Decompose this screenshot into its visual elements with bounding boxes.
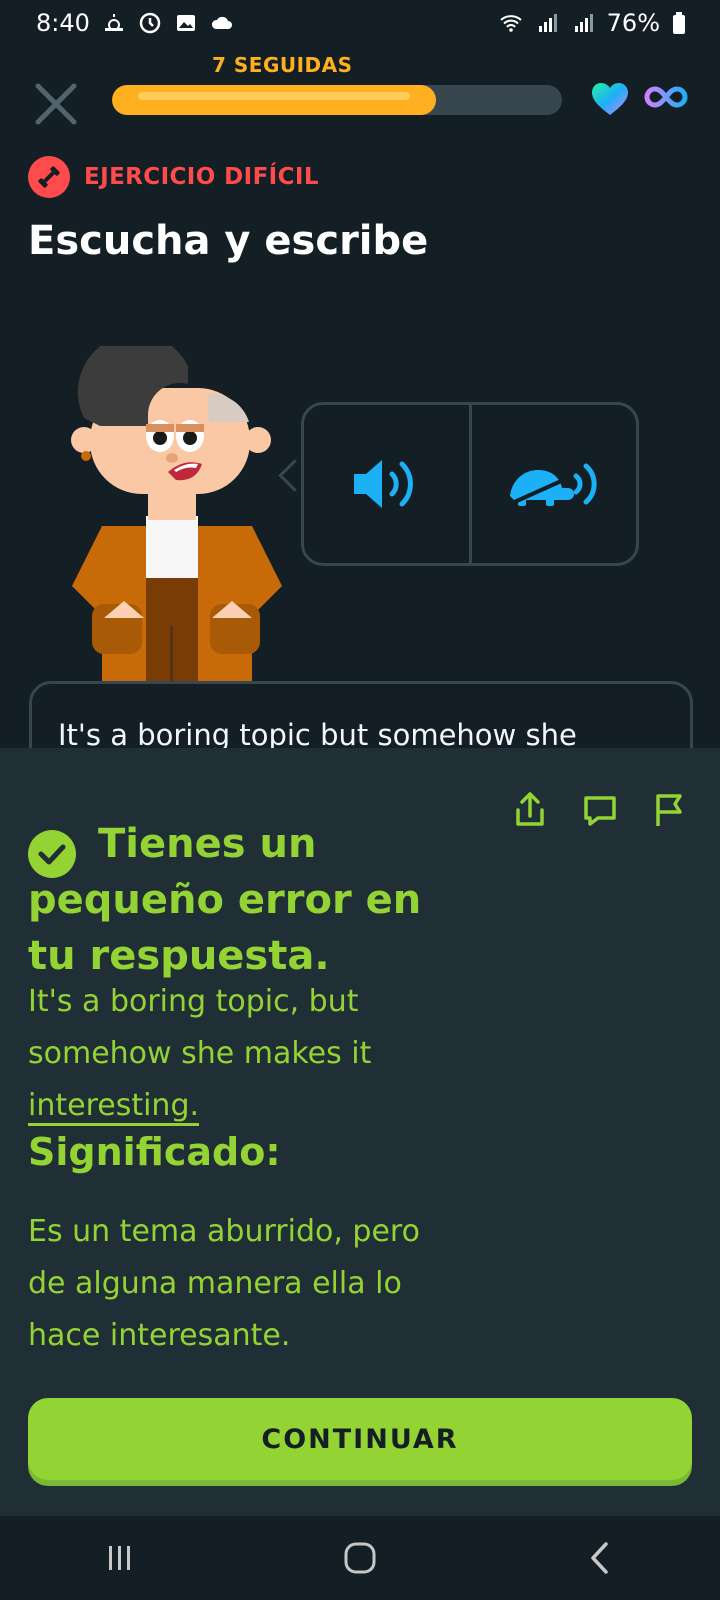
feedback-title: Tienes un pequeño error en tu respuesta. xyxy=(28,821,422,979)
weather-icon xyxy=(104,14,123,31)
lesson-header: 7 SEGUIDAS xyxy=(0,53,720,140)
status-time: 8:40 xyxy=(36,9,90,37)
clock-icon xyxy=(139,12,161,34)
character-illustration xyxy=(71,346,282,684)
cloud-icon xyxy=(211,16,232,29)
recents-icon xyxy=(109,1546,130,1570)
back-button[interactable] xyxy=(570,1533,630,1583)
recents-button[interactable] xyxy=(90,1533,150,1583)
feedback-panel: Tienes un pequeño error en tu respuesta.… xyxy=(0,748,720,1516)
status-right: 76% xyxy=(499,9,686,37)
infinity-icon xyxy=(644,86,688,108)
home-icon xyxy=(344,1542,376,1574)
lesson-progress-bar xyxy=(112,85,562,115)
close-button[interactable] xyxy=(30,78,82,130)
wifi-icon xyxy=(499,15,522,32)
heart-icon[interactable] xyxy=(591,82,629,116)
dumbbell-icon xyxy=(28,156,70,198)
turtle-icon xyxy=(508,463,597,506)
progress-fill xyxy=(112,85,436,115)
status-left: 8:40 xyxy=(36,9,234,37)
correct-answer: It's a boring topic, but somehow she mak… xyxy=(28,976,448,1132)
signal-icon xyxy=(538,14,557,32)
exercise-title: Escucha y escribe xyxy=(28,218,429,264)
continue-button[interactable]: CONTINUAR xyxy=(28,1398,692,1480)
gallery-icon xyxy=(176,15,195,31)
share-icon[interactable] xyxy=(510,790,550,830)
play-audio-button[interactable] xyxy=(304,405,469,563)
meaning-label: Significado: xyxy=(28,1130,281,1174)
feedback-header: Tienes un pequeño error en tu respuesta. xyxy=(28,796,468,984)
system-nav-bar xyxy=(0,1516,720,1600)
signal-icon-2 xyxy=(574,14,593,32)
slow-audio-button[interactable] xyxy=(472,405,637,563)
feedback-actions xyxy=(510,790,690,830)
meaning-text: Es un tema aburrido, pero de alguna mane… xyxy=(28,1214,420,1353)
report-flag-icon[interactable] xyxy=(650,790,690,830)
battery-percent: 76% xyxy=(606,9,660,37)
correct-answer-text: It's a boring topic, but somehow she mak… xyxy=(28,984,372,1071)
back-icon xyxy=(591,1542,608,1574)
battery-icon xyxy=(673,12,685,34)
check-icon xyxy=(28,830,76,878)
status-bar: 8:40 76% xyxy=(0,0,720,46)
audio-controls xyxy=(301,402,639,566)
home-button[interactable] xyxy=(330,1533,390,1583)
difficulty-label: EJERCICIO DIFÍCIL xyxy=(28,156,319,198)
difficulty-text: EJERCICIO DIFÍCIL xyxy=(84,164,319,190)
error-word: interesting. xyxy=(28,1088,200,1123)
speaker-icon xyxy=(354,460,414,508)
streak-label: 7 SEGUIDAS xyxy=(212,53,353,77)
comment-icon[interactable] xyxy=(580,790,620,830)
